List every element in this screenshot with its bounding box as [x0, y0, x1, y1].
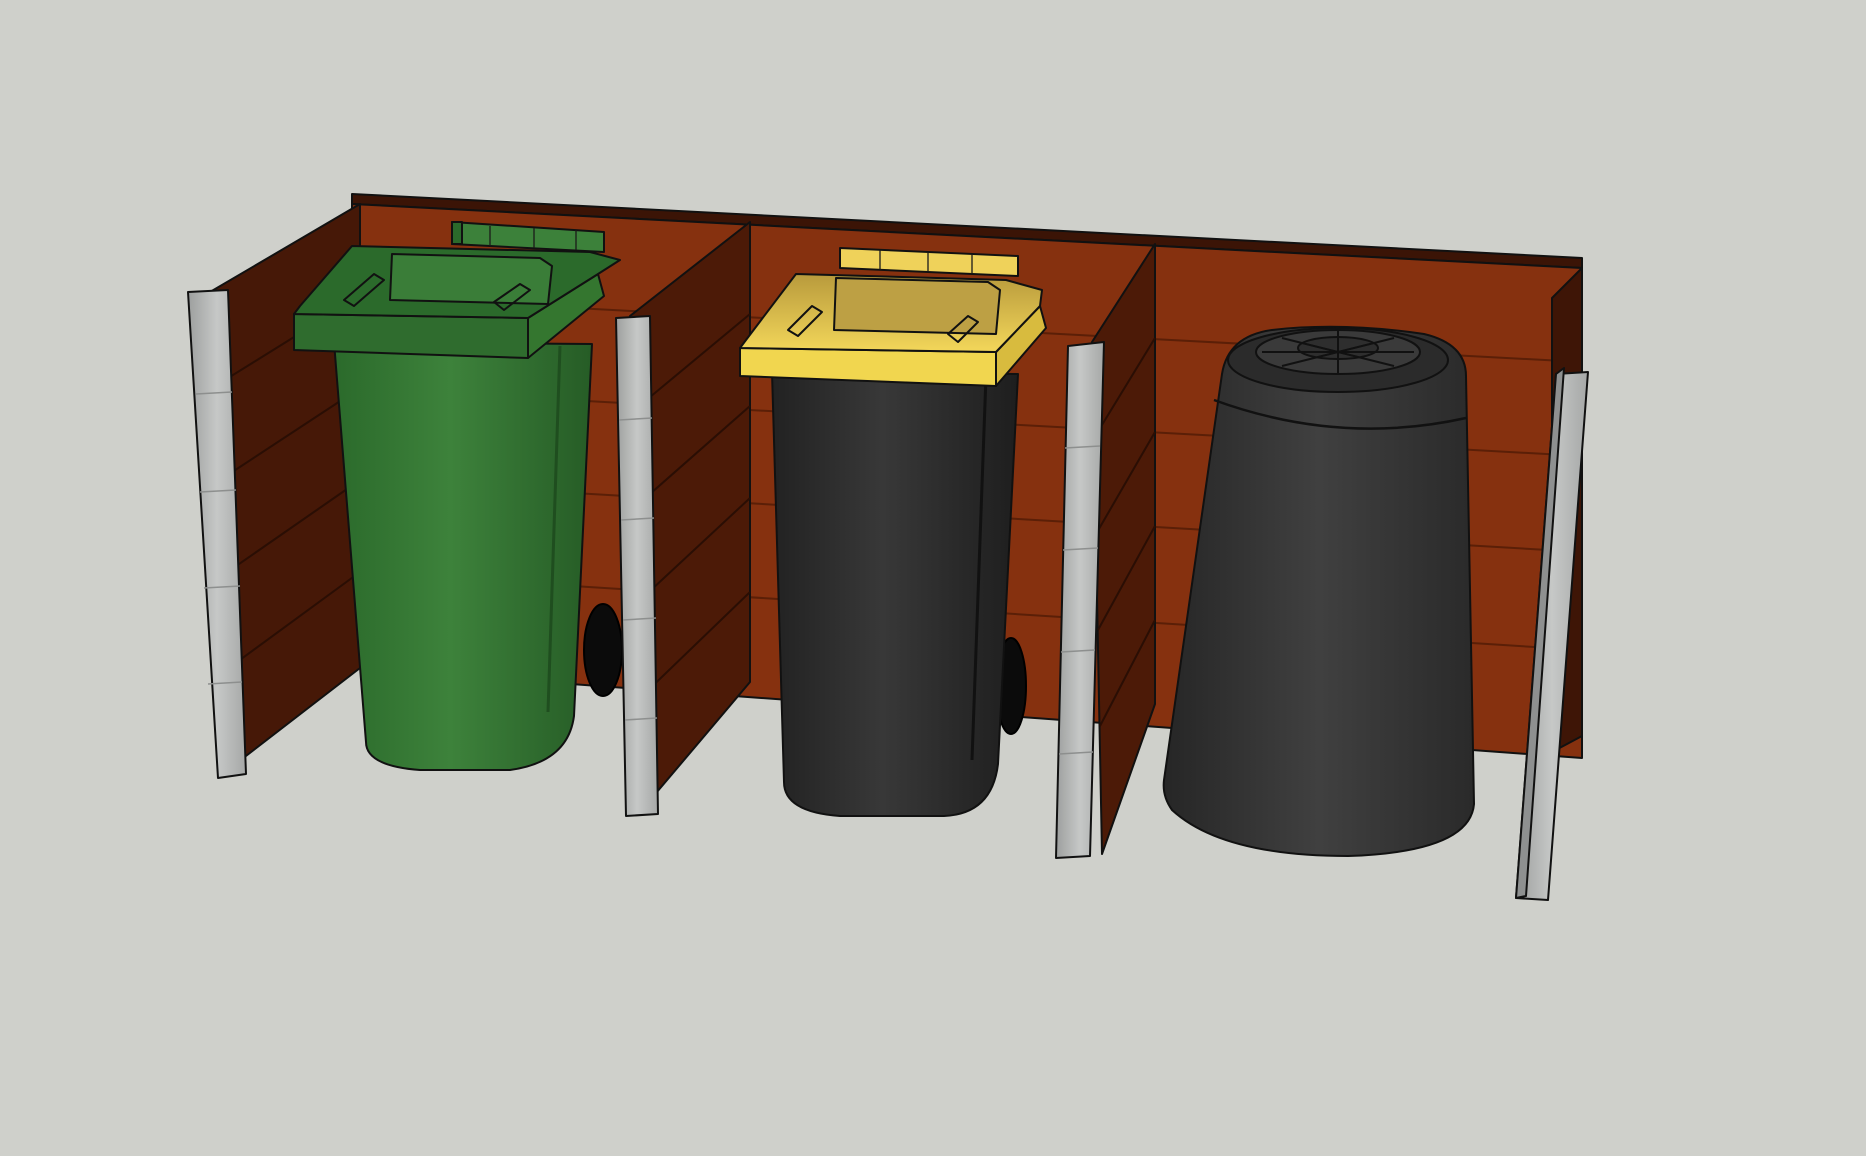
- side-panel-divider-2: [1091, 243, 1156, 855]
- wheel: [583, 603, 623, 697]
- post-divider-1: [615, 315, 659, 817]
- yellow-lid-wheelie-bin: [739, 247, 1047, 817]
- bin-enclosure-scene: [187, 193, 1589, 901]
